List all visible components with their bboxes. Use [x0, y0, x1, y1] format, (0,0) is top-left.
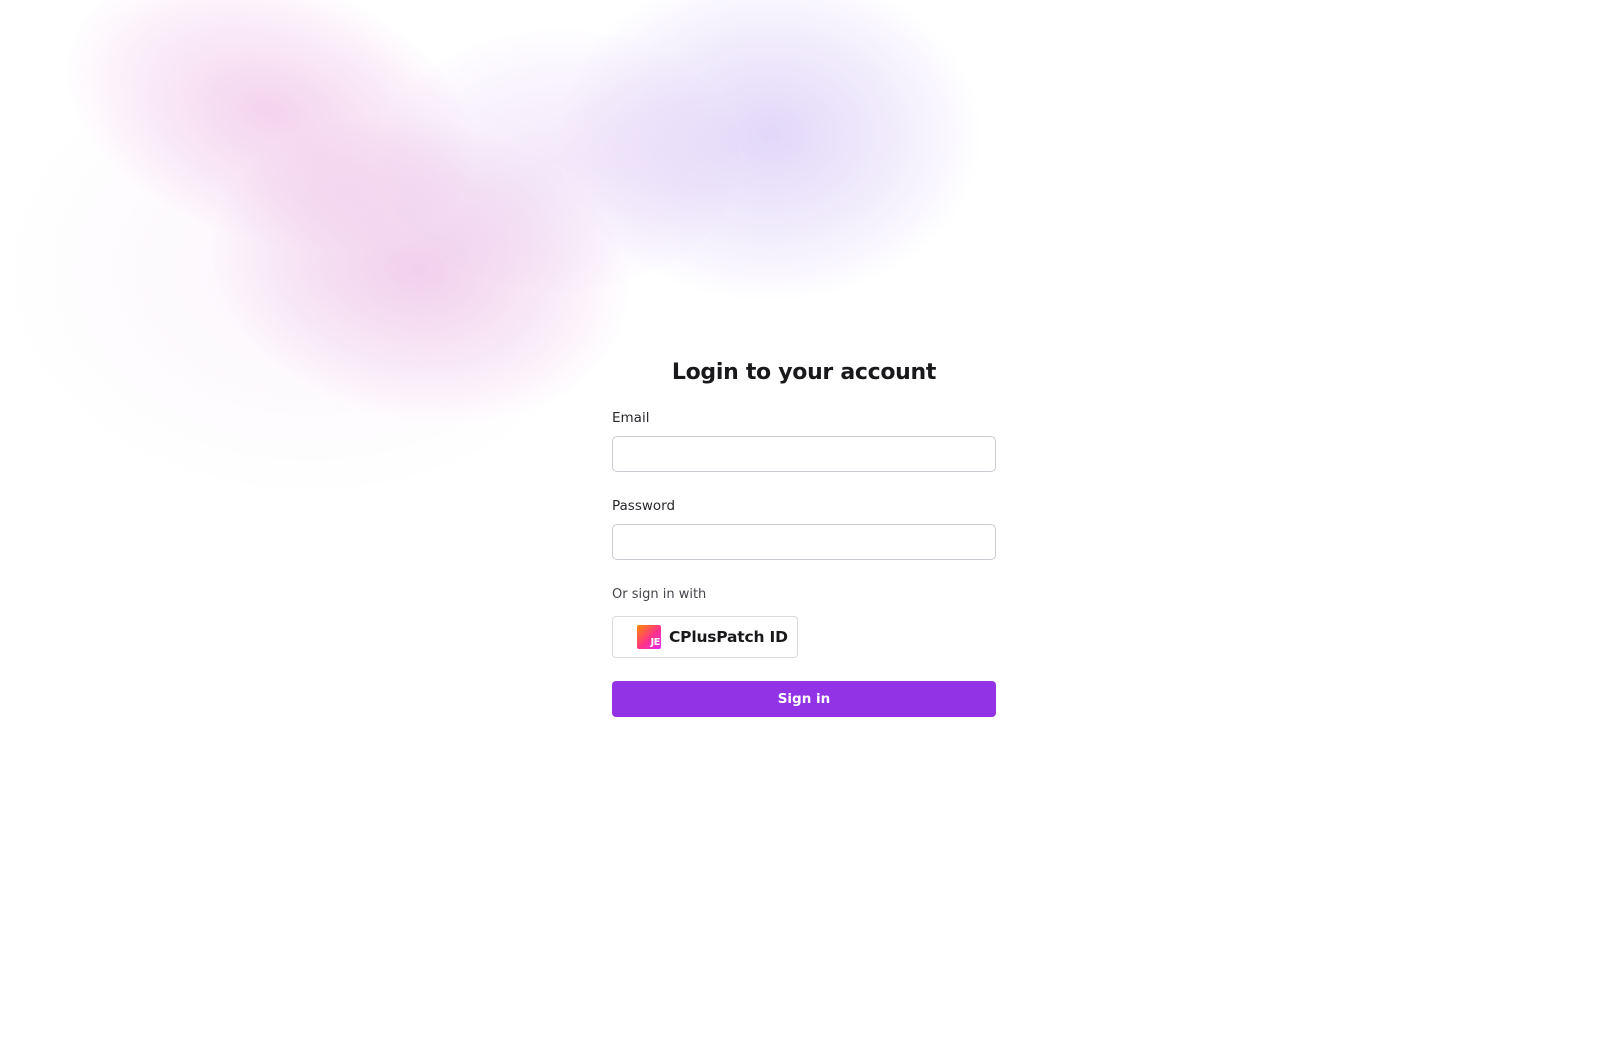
background-glow: [30, 0, 510, 299]
cpluspatch-logo-icon: JE: [637, 625, 661, 649]
email-field[interactable]: [612, 436, 996, 472]
background-glow: [560, 0, 980, 300]
background-glow: [380, 30, 740, 290]
password-label: Password: [612, 498, 676, 514]
logo-text: JE: [650, 637, 660, 648]
password-field[interactable]: [612, 524, 996, 560]
cpluspatch-id-label: CPlusPatch ID: [669, 628, 788, 646]
background-glow: [0, 40, 620, 500]
background-glow: [183, 79, 657, 461]
login-page: Login to your account Email Password Or …: [0, 0, 1608, 1047]
email-label: Email: [612, 410, 650, 426]
cpluspatch-id-button[interactable]: JE CPlusPatch ID: [612, 616, 798, 658]
alternative-signin-label: Or sign in with: [612, 587, 707, 602]
sign-in-button[interactable]: Sign in: [612, 681, 996, 717]
page-title: Login to your account: [671, 360, 937, 385]
login-form: Login to your account Email Password Or …: [612, 356, 996, 717]
